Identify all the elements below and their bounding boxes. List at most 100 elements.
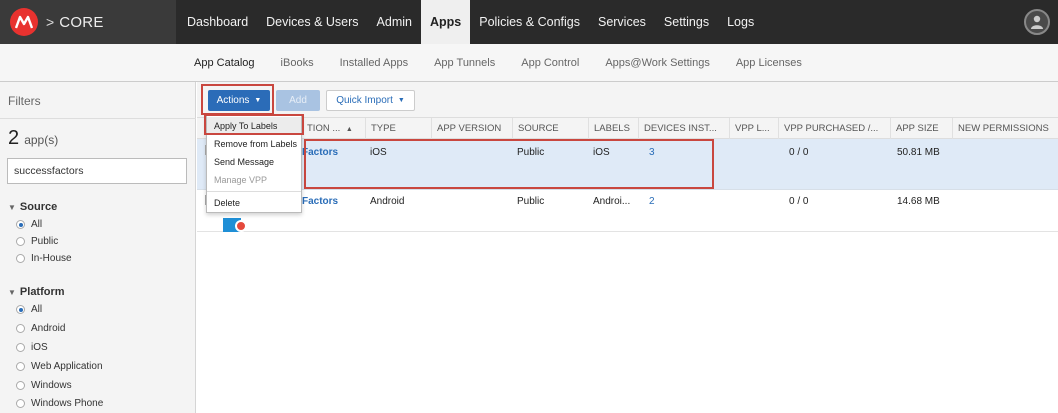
platform-option-label: Windows: [31, 380, 72, 391]
nav-dashboard[interactable]: Dashboard: [178, 0, 257, 44]
app-count: 2 app(s): [8, 127, 58, 150]
app-catalog-panel: Actions ▼ Add Quick Import ▼ TION ... ▲ …: [197, 82, 1058, 413]
app-size: 50.81 MB: [897, 147, 940, 158]
platform-option-label: Android: [31, 323, 66, 334]
vpp-purchased: 0 / 0: [789, 196, 809, 207]
platform-option-windows-phone[interactable]: Windows Phone: [16, 398, 103, 409]
column-header-vpp-purchased[interactable]: VPP PURCHASED /...: [778, 118, 890, 139]
highlight-box: [201, 84, 274, 115]
user-avatar-icon[interactable]: [1024, 9, 1050, 35]
nav-admin[interactable]: Admin: [368, 0, 421, 44]
sort-ascending-icon: ▲: [345, 126, 353, 133]
source-option-public[interactable]: Public: [16, 236, 58, 247]
app-source: Public: [517, 196, 545, 207]
nav-settings[interactable]: Settings: [655, 0, 718, 44]
search-input[interactable]: [7, 158, 187, 184]
nav-policies-configs[interactable]: Policies & Configs: [470, 0, 589, 44]
radio-button[interactable]: [16, 362, 25, 371]
highlight-box: [304, 139, 714, 189]
platform-option-windows[interactable]: Windows: [16, 380, 72, 391]
source-option-label: Public: [31, 236, 59, 247]
app-labels: Androi...: [593, 196, 631, 207]
platform-option-ios[interactable]: iOS: [16, 342, 48, 353]
radio-button[interactable]: [16, 399, 25, 408]
radio-button[interactable]: [16, 237, 25, 246]
quick-import-button[interactable]: Quick Import ▼: [326, 90, 415, 111]
radio-button[interactable]: [16, 343, 25, 352]
chevron-down-icon: ▼: [397, 97, 405, 104]
radio-button[interactable]: [16, 254, 25, 263]
source-option-label: In-House: [31, 253, 72, 264]
app-count-number: 2: [8, 127, 20, 149]
platform-option-android[interactable]: Android: [16, 323, 65, 334]
subnav-spacer: [0, 44, 176, 82]
platform-option-label: iOS: [31, 342, 48, 353]
source-filter-title[interactable]: ▼ Source: [8, 201, 57, 213]
platform-option-label: Web Application: [31, 361, 103, 372]
tab-app-licenses[interactable]: App Licenses: [736, 44, 802, 82]
column-header-labels[interactable]: LABELS: [588, 118, 638, 139]
table-row[interactable]: Factors Android Public Androi... 2 0 / 0…: [197, 190, 1058, 232]
radio-button[interactable]: [16, 220, 25, 229]
source-filter-label: Source: [19, 201, 58, 213]
filters-title: Filters: [8, 94, 41, 108]
tab-installed-apps[interactable]: Installed Apps: [340, 44, 409, 82]
nav-devices-users[interactable]: Devices & Users: [257, 0, 367, 44]
tab-app-catalog[interactable]: App Catalog: [194, 44, 255, 82]
platform-filter-label: Platform: [19, 286, 65, 298]
tab-app-control[interactable]: App Control: [521, 44, 579, 82]
app-count-label: app(s): [24, 133, 59, 147]
quick-import-label: Quick Import: [336, 95, 393, 106]
sub-navigation: App Catalog iBooks Installed Apps App Tu…: [176, 44, 1058, 82]
tab-app-tunnels[interactable]: App Tunnels: [434, 44, 495, 82]
table-header: TION ... ▲ TYPE APP VERSION SOURCE LABEL…: [197, 118, 1058, 139]
source-option-all[interactable]: All: [16, 219, 42, 230]
column-header-type[interactable]: TYPE: [365, 118, 431, 139]
platform-option-label: All: [31, 304, 43, 315]
devices-installed-link[interactable]: 2: [649, 196, 655, 207]
add-button[interactable]: Add: [276, 90, 320, 111]
divider: [0, 118, 196, 119]
radio-button[interactable]: [16, 324, 25, 333]
menu-item-send-message[interactable]: Send Message: [207, 153, 301, 171]
radio-button[interactable]: [16, 305, 25, 314]
brand[interactable]: > CORE: [0, 0, 176, 44]
menu-item-remove-from-labels[interactable]: Remove from Labels: [207, 135, 301, 153]
mobileiron-logo-icon: [10, 8, 38, 36]
column-header-vpp-licenses[interactable]: VPP L...: [729, 118, 778, 139]
highlight-box: [204, 114, 304, 135]
menu-divider: [207, 191, 301, 192]
source-option-in-house[interactable]: In-House: [16, 253, 72, 264]
top-navigation: Dashboard Devices & Users Admin Apps Pol…: [178, 0, 763, 44]
radio-button[interactable]: [16, 381, 25, 390]
column-header-app-size[interactable]: APP SIZE: [890, 118, 952, 139]
brand-name: CORE: [59, 13, 104, 31]
top-bar: > CORE Dashboard Devices & Users Admin A…: [0, 0, 1058, 44]
column-header-source[interactable]: SOURCE: [512, 118, 588, 139]
platform-option-label: Windows Phone: [31, 398, 104, 409]
chevron-down-icon: ▼: [8, 288, 16, 297]
nav-apps[interactable]: Apps: [420, 0, 471, 44]
minus-badge-icon: [235, 220, 247, 232]
tab-apps-at-work-settings[interactable]: Apps@Work Settings: [605, 44, 710, 82]
column-header-new-permissions[interactable]: NEW PERMISSIONS: [952, 118, 1058, 139]
app-name-link[interactable]: Factors: [302, 196, 338, 207]
source-option-label: All: [31, 219, 43, 230]
platform-option-web-application[interactable]: Web Application: [16, 361, 103, 372]
app-type: Android: [370, 196, 405, 207]
nav-services[interactable]: Services: [589, 0, 655, 44]
platform-option-all[interactable]: All: [16, 304, 42, 315]
tab-ibooks[interactable]: iBooks: [281, 44, 314, 82]
filters-sidebar: Filters 2 app(s) ▼Source All Public In-H…: [0, 82, 196, 413]
column-header-name[interactable]: TION ... ▲: [302, 118, 365, 139]
column-header-label: TION ...: [307, 123, 341, 134]
platform-filter-title[interactable]: ▼ Platform: [8, 286, 65, 298]
column-header-devices-installed[interactable]: DEVICES INST...: [638, 118, 729, 139]
vpp-purchased: 0 / 0: [789, 147, 809, 158]
column-header-app-version[interactable]: APP VERSION: [431, 118, 512, 139]
menu-item-manage-vpp: Manage VPP: [214, 175, 268, 185]
nav-logs[interactable]: Logs: [718, 0, 763, 44]
app-size: 14.68 MB: [897, 196, 940, 207]
menu-item-delete[interactable]: Delete: [207, 194, 301, 212]
chevron-down-icon: ▼: [8, 203, 16, 212]
